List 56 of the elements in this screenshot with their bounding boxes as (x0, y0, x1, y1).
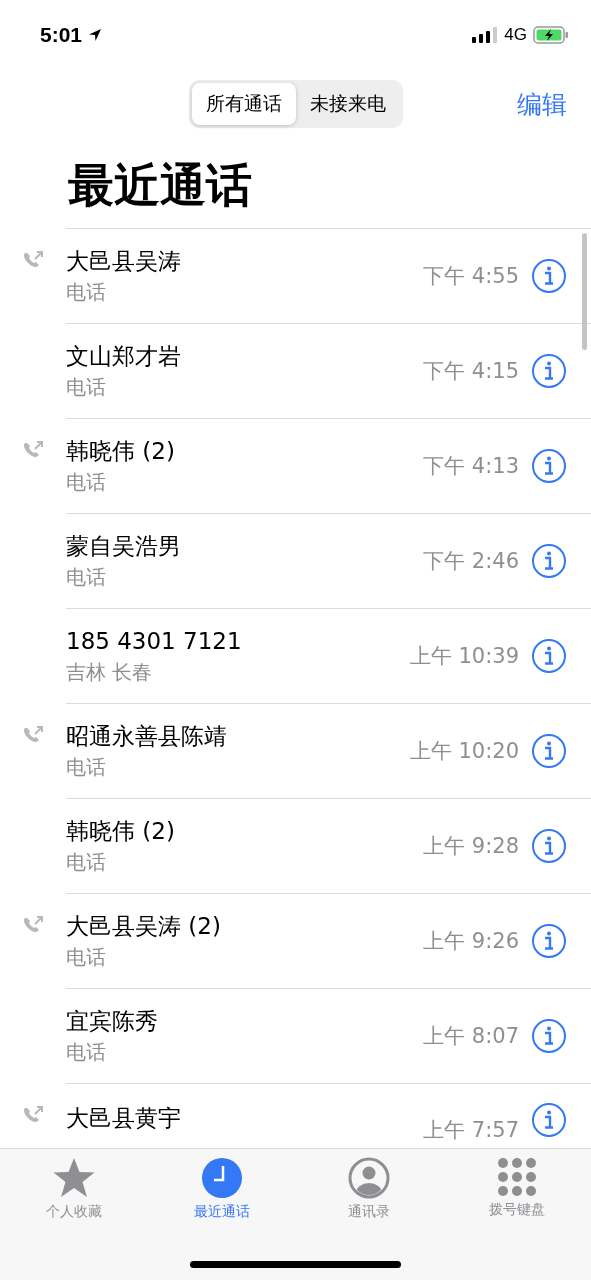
contact-name: 文山郑才岩 (66, 342, 182, 371)
info-icon[interactable] (531, 638, 567, 674)
contact-name: 昭通永善县陈靖 (66, 722, 228, 751)
call-type: 电话 (66, 944, 107, 971)
call-time: 下午 4:55 (423, 263, 519, 290)
battery-charging-icon (533, 26, 569, 44)
info-icon[interactable] (531, 828, 567, 864)
call-time: 上午 10:20 (409, 738, 519, 765)
contact-name: 大邑县黄宇 (66, 1104, 182, 1133)
info-icon[interactable] (531, 923, 567, 959)
info-icon[interactable] (531, 353, 567, 389)
contact-name: 大邑县吴涛 (66, 247, 182, 276)
contact-name: 蒙自吴浩男 (66, 532, 182, 561)
info-icon[interactable] (531, 448, 567, 484)
call-time: 下午 2:46 (423, 548, 519, 575)
info-icon[interactable] (531, 258, 567, 294)
call-type: 电话 (66, 849, 107, 876)
edit-button[interactable]: 编辑 (517, 88, 567, 121)
call-type: 吉林 长春 (66, 659, 154, 686)
tab-bar-item[interactable]: 拨号键盘 (443, 1157, 591, 1280)
star-icon (51, 1157, 96, 1199)
call-type: 电话 (66, 374, 107, 401)
call-type: 电话 (66, 1039, 107, 1066)
call-time: 下午 4:13 (423, 453, 519, 480)
contact-icon (348, 1157, 391, 1199)
contact-name: 宜宾陈秀 (66, 1007, 159, 1036)
call-type: 电话 (66, 279, 107, 306)
info-icon[interactable] (531, 543, 567, 579)
keypad-icon (497, 1157, 538, 1197)
signal-icon (472, 27, 499, 43)
call-time: 上午 7:57 (423, 1117, 519, 1144)
call-time: 下午 4:15 (423, 358, 519, 385)
call-type: 电话 (66, 469, 107, 496)
call-time: 上午 9:28 (423, 833, 519, 860)
info-icon[interactable] (531, 733, 567, 769)
info-icon[interactable] (531, 1018, 567, 1054)
page-title: 最近通话 (68, 157, 253, 214)
call-time: 上午 9:26 (423, 928, 519, 955)
info-icon[interactable] (531, 1102, 567, 1138)
contact-name: 韩晓伟 (2) (66, 437, 176, 466)
clock-icon (200, 1157, 243, 1199)
contact-name: 185 4301 7121 (66, 627, 243, 656)
contact-name: 韩晓伟 (2) (66, 817, 176, 846)
tab-bar-item[interactable]: 通讯录 (295, 1157, 444, 1280)
location-arrow-icon (88, 28, 103, 42)
contact-name: 大邑县吴涛 (2) (66, 912, 222, 941)
call-type: 电话 (66, 754, 107, 781)
call-time: 上午 10:39 (409, 643, 519, 670)
segment-tab[interactable]: 未接来电 (295, 83, 400, 125)
tab-bar-item[interactable]: 最近通话 (147, 1157, 296, 1280)
status-time: 5:01 (40, 23, 83, 47)
network-label: 4G (504, 25, 527, 45)
call-time: 上午 8:07 (423, 1023, 519, 1050)
call-type: 电话 (66, 564, 107, 591)
tab-bar-item[interactable]: 个人收藏 (0, 1157, 148, 1280)
segment-tab[interactable]: 所有通话 (191, 83, 296, 125)
